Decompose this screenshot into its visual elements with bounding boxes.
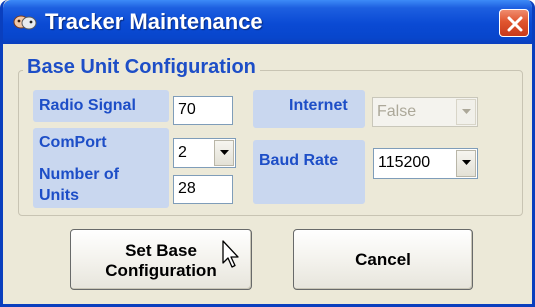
comport-select[interactable]: 2 — [173, 138, 236, 168]
baud-rate-label-panel — [253, 140, 365, 204]
comport-label: ComPort — [39, 134, 107, 151]
radio-signal-label: Radio Signal — [39, 97, 136, 114]
title-bar[interactable]: Tracker Maintenance — [3, 0, 532, 44]
comport-value: 2 — [178, 144, 187, 161]
number-of-units-label-line2: Units — [39, 187, 79, 204]
baud-rate-select[interactable]: 115200 — [373, 148, 478, 179]
dialog-window: Tracker Maintenance Base Unit Configurat… — [0, 0, 535, 307]
window-title: Tracker Maintenance — [45, 9, 263, 34]
radio-signal-input[interactable]: 70 — [173, 96, 233, 125]
mouse-pointer-icon — [222, 240, 239, 268]
number-of-units-input[interactable]: 28 — [173, 175, 233, 204]
tracker-app-icon — [12, 12, 38, 32]
chevron-down-icon — [462, 109, 471, 114]
cancel-button[interactable]: Cancel — [293, 229, 473, 290]
close-button[interactable] — [499, 9, 529, 37]
baud-rate-value: 115200 — [378, 154, 431, 171]
baud-rate-dropdown-button[interactable] — [456, 150, 476, 177]
comport-dropdown-button[interactable] — [214, 140, 234, 166]
chevron-down-icon — [462, 160, 471, 165]
internet-dropdown-button — [456, 99, 476, 125]
internet-value: False — [377, 103, 417, 120]
internet-select: False — [372, 97, 478, 127]
internet-label: Internet — [289, 97, 348, 114]
close-icon — [507, 16, 523, 32]
cancel-button-label: Cancel — [355, 250, 411, 269]
group-title: Base Unit Configuration — [23, 56, 260, 79]
number-of-units-label-line1: Number of — [39, 166, 119, 183]
chevron-down-icon — [220, 150, 229, 155]
baud-rate-label: Baud Rate — [259, 152, 339, 169]
